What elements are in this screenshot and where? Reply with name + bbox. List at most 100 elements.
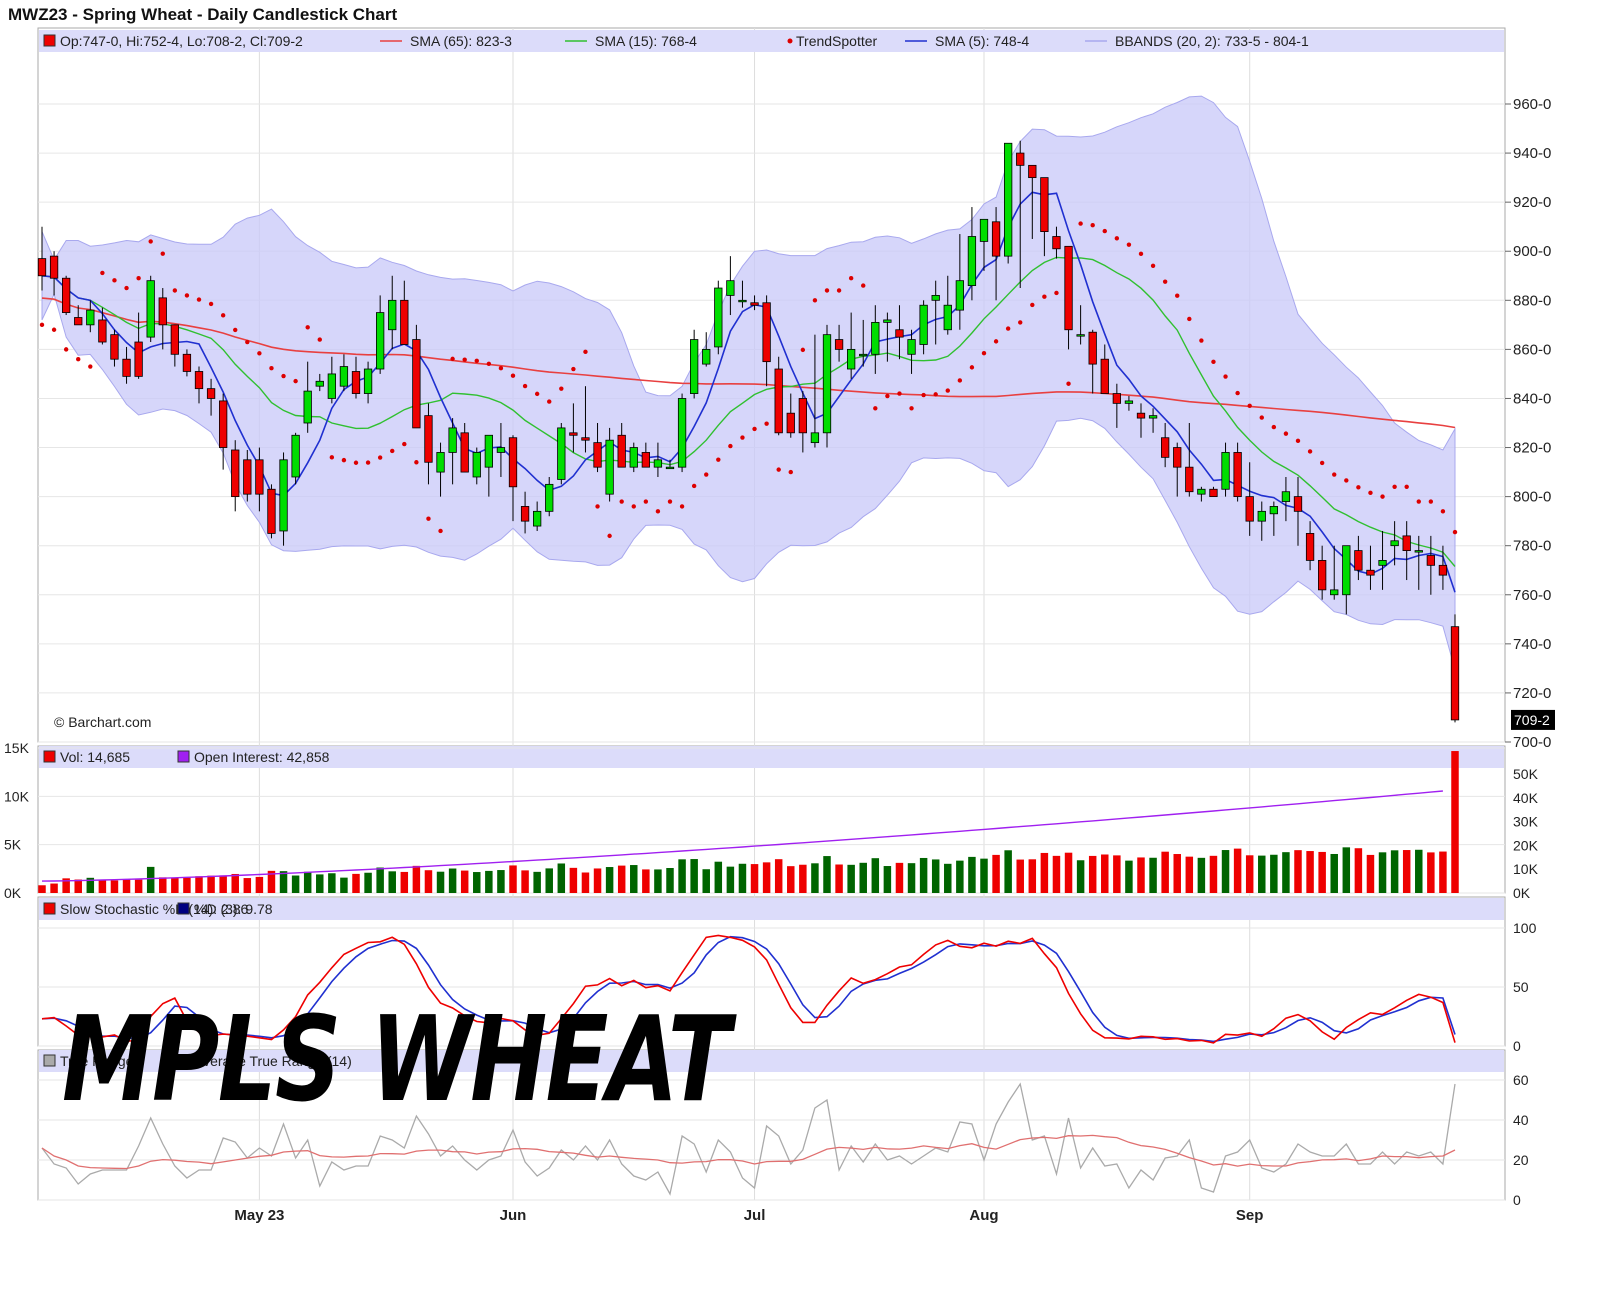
trendspotter-dot	[1307, 449, 1313, 454]
candle-body	[315, 380, 324, 387]
trendspotter-dot	[1114, 236, 1120, 241]
trendspotter-dot	[1102, 228, 1107, 234]
candle-body	[424, 415, 433, 463]
trendspotter-dot	[1090, 223, 1095, 228]
volume-bar	[1221, 850, 1230, 893]
chart-root: MWZ23 - Spring Wheat - Daily Candlestick…	[0, 0, 1601, 1285]
trendspotter-dot	[897, 391, 902, 396]
trendspotter-dot	[269, 365, 274, 371]
legend-label: SMA (5): 748-4	[935, 33, 1029, 49]
stochastic-tick-label: 100	[1513, 920, 1537, 936]
candle-body	[62, 277, 71, 313]
gray-box-icon	[43, 1054, 56, 1067]
volume-bar	[1427, 852, 1435, 893]
trendspotter-dot	[1416, 499, 1421, 504]
legend-label: Op:747-0, Hi:752-4, Lo:708-2, Cl:709-2	[60, 33, 303, 49]
volume-bar	[183, 877, 191, 893]
volume-bar	[303, 871, 312, 893]
trendspotter-dot	[607, 533, 612, 539]
candle-body	[569, 432, 578, 436]
trendspotter-dot	[353, 460, 359, 465]
volume-bar	[593, 868, 602, 893]
candle-body	[690, 339, 699, 394]
volume-bar	[1161, 851, 1169, 893]
trendspotter-dot	[945, 388, 950, 393]
volume-bar	[1040, 852, 1049, 893]
volume-left-tick-label: 5K	[4, 837, 22, 853]
volume-bar	[1197, 857, 1206, 893]
trendspotter-dot	[1235, 390, 1240, 396]
volume-bar	[1306, 851, 1314, 893]
trendspotter-dot	[631, 504, 636, 509]
volume-bar	[859, 862, 867, 893]
trendspotter-dot	[969, 365, 975, 370]
volume-bar	[436, 871, 445, 893]
price-tick-label: 860-0	[1513, 341, 1551, 358]
volume-bar	[738, 863, 747, 893]
volume-bar	[883, 866, 892, 893]
volume-bar	[847, 864, 855, 893]
volume-bar	[255, 876, 264, 893]
trendspotter-dot	[196, 297, 202, 302]
candle-body	[798, 398, 807, 434]
candle-body	[677, 398, 687, 468]
trendspotter-dot	[1054, 290, 1059, 296]
volume-bar	[352, 873, 360, 893]
candle-body	[617, 434, 626, 468]
candle-body	[1173, 447, 1182, 468]
candle-body	[291, 434, 300, 478]
atr-tick-label: 0	[1513, 1192, 1521, 1208]
x-tick-label: Jun	[500, 1207, 527, 1224]
volume-bar	[485, 870, 493, 893]
candle-body	[1378, 560, 1387, 566]
candle-body	[231, 449, 240, 498]
volume-bar	[1076, 860, 1085, 893]
trendspotter-dot	[88, 364, 93, 369]
trendspotter-dot	[220, 313, 226, 318]
price-tick-label: 740-0	[1513, 636, 1551, 653]
volume-bar	[1270, 854, 1278, 893]
volume-bar	[545, 868, 553, 893]
trendspotter-dot	[329, 455, 335, 460]
candle-body	[520, 506, 530, 522]
trendspotter-dot	[1428, 499, 1434, 504]
candle-body	[146, 280, 155, 338]
trendspotter-dot	[100, 270, 105, 276]
candle-body	[1185, 466, 1194, 493]
candle-body	[388, 299, 397, 331]
candle-body	[871, 321, 880, 355]
volume-bar	[956, 860, 964, 893]
volume-bar	[497, 870, 505, 893]
atr-tick-label: 60	[1513, 1072, 1529, 1088]
trendspotter-dot	[257, 351, 262, 356]
volume-bar	[605, 867, 614, 893]
trendspotter-dot	[1283, 431, 1289, 436]
candle-body	[726, 280, 735, 296]
trendspotter-dot	[1271, 424, 1277, 430]
candle-body	[979, 218, 989, 242]
volume-bar	[1004, 850, 1012, 893]
volume-bar	[424, 870, 433, 893]
price-tick-label: 960-0	[1513, 96, 1551, 113]
trendspotter-dot	[1150, 263, 1156, 268]
candle-body	[279, 459, 288, 532]
trendspotter-dot	[462, 357, 467, 362]
volume-bar	[581, 872, 590, 893]
atr-tick-label: 40	[1513, 1112, 1529, 1128]
candle-body	[991, 221, 1001, 257]
volume-bar	[557, 863, 566, 893]
candle-body	[593, 442, 602, 468]
candle-body	[1136, 412, 1146, 419]
candle-body	[943, 304, 952, 331]
trendspotter-dot	[1126, 242, 1132, 247]
volume-bar	[291, 875, 300, 893]
volume-bar	[533, 871, 541, 893]
candle-body	[1293, 496, 1303, 512]
candle-body	[665, 466, 675, 470]
red-box-icon	[43, 902, 56, 915]
candle-body	[1148, 415, 1158, 419]
oi-tick-label: 40K	[1513, 790, 1539, 806]
volume-bar	[388, 871, 396, 893]
trendspotter-dot	[136, 276, 141, 281]
candle-body	[1402, 535, 1411, 552]
